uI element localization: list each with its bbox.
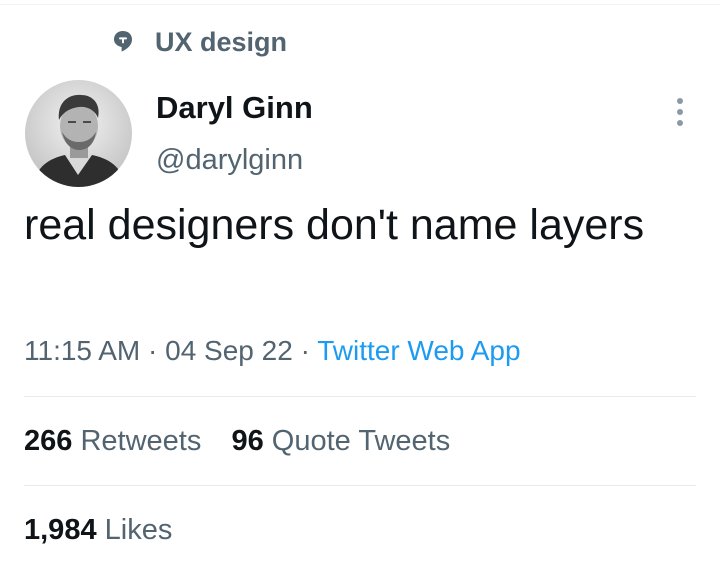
quote-tweets-stat[interactable]: 96 Quote Tweets [231,425,450,457]
tweet-text: real designers don't name layers [24,201,645,249]
likes-stats: 1,984 Likes [24,510,172,550]
tweet-source-link[interactable]: Twitter Web App [317,335,520,366]
retweets-label: Retweets [80,425,202,457]
topic-header[interactable]: UX design [112,24,287,60]
quote-tweets-label: Quote Tweets [271,425,451,457]
author-display-name[interactable]: Daryl Ginn [156,88,313,128]
meta-separator: · [148,335,158,366]
avatar[interactable] [25,80,132,187]
divider [24,396,696,397]
likes-label: Likes [104,514,173,546]
topic-label: UX design [155,26,288,57]
divider [24,485,696,486]
likes-stat[interactable]: 1,984 Likes [24,514,172,546]
author-handle[interactable]: @darylginn [156,140,303,180]
topic-pin-icon [112,30,134,54]
retweets-count: 266 [24,425,73,457]
retweets-stat[interactable]: 266 Retweets [24,425,201,457]
more-options-button[interactable] [664,92,696,132]
meta-separator: · [300,335,310,366]
tweet-meta: 11:15 AM · 04 Sep 22 · Twitter Web App [24,331,521,371]
tweet-time[interactable]: 11:15 AM [24,335,140,366]
more-vertical-icon [677,98,683,126]
likes-count: 1,984 [24,514,97,546]
retweet-quote-stats: 266 Retweets 96 Quote Tweets [24,421,450,461]
tweet-date[interactable]: 04 Sep 22 [165,335,293,366]
quote-tweets-count: 96 [231,425,264,457]
top-divider [0,4,720,5]
